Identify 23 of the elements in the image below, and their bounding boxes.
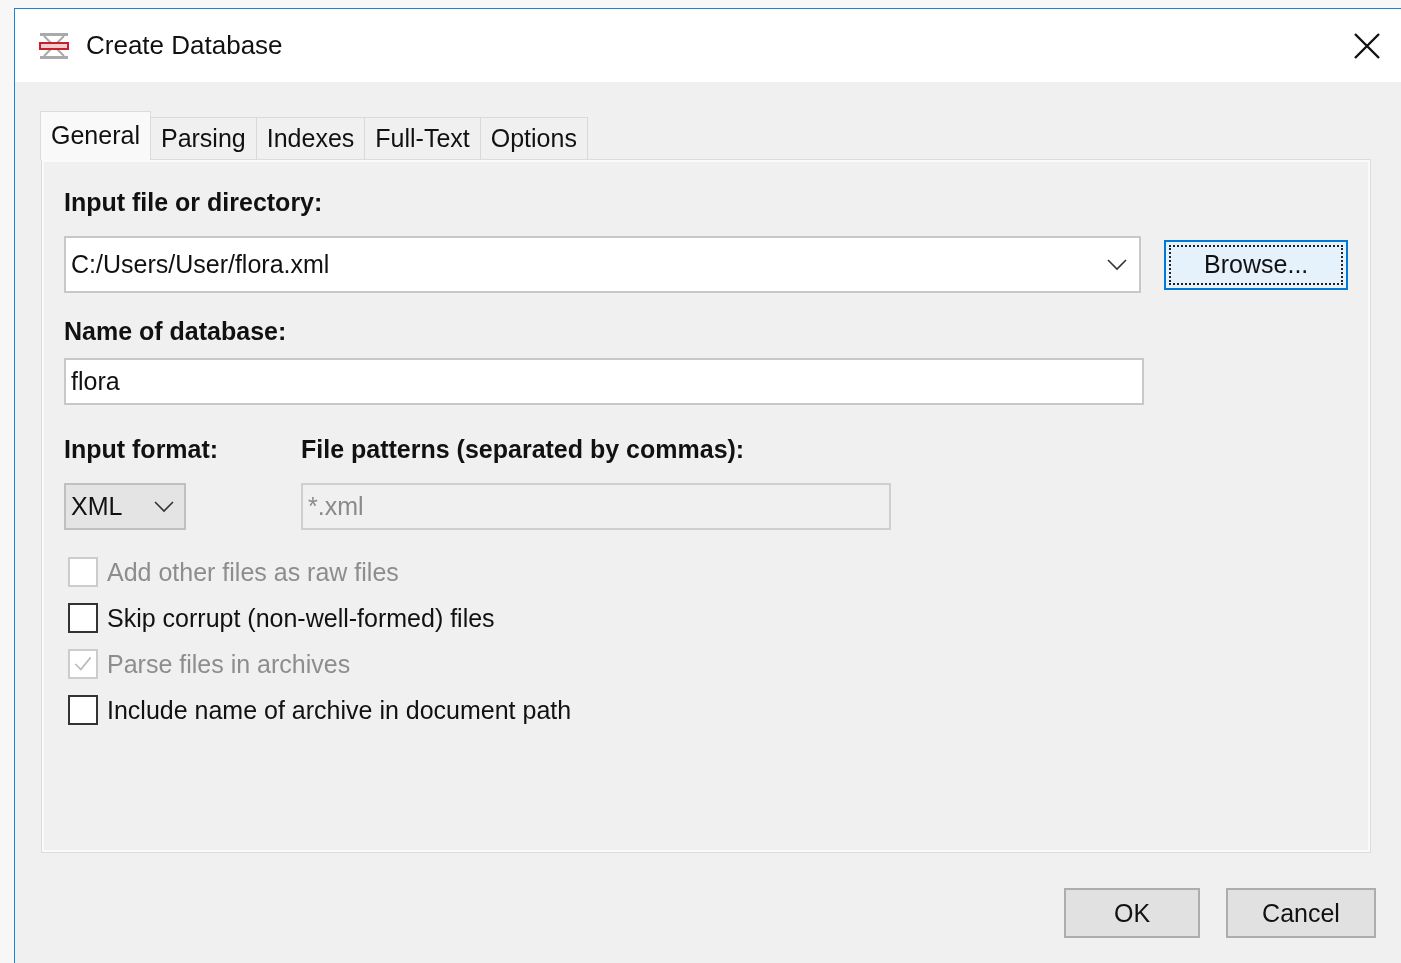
file-path-combobox[interactable]: C:/Users/User/flora.xml — [64, 236, 1142, 293]
tab[interactable]: Options — [479, 117, 588, 159]
window-title: Create Database — [86, 30, 284, 61]
checkbox-label: Parse files in archives — [107, 649, 351, 679]
field-label: File patterns (separated by commas): — [301, 435, 746, 465]
field-label: Input format: — [64, 435, 220, 465]
checkbox-label: Skip corrupt (non-well-formed) files — [107, 603, 495, 633]
close-icon[interactable] — [1353, 31, 1381, 60]
checkbox-label: Include name of archive in document path — [107, 695, 572, 725]
database-logo-icon — [38, 30, 70, 61]
field-label: Name of database: — [64, 317, 288, 347]
ok-button[interactable]: OK — [1064, 888, 1200, 938]
format-dropdown[interactable]: XML — [64, 483, 186, 530]
checkbox[interactable] — [68, 695, 98, 725]
checkbox[interactable] — [68, 603, 98, 633]
checkbox-label: Add other files as raw files — [107, 557, 399, 587]
database-name-field[interactable]: flora — [64, 358, 1144, 405]
tab[interactable]: General — [40, 111, 151, 160]
chevron-down-icon — [1107, 258, 1128, 271]
cancel-button[interactable]: Cancel — [1226, 888, 1376, 938]
chevron-down-icon — [154, 500, 174, 513]
browse-button[interactable]: Browse... — [1164, 239, 1348, 290]
field-label: Input file or directory: — [64, 188, 324, 218]
